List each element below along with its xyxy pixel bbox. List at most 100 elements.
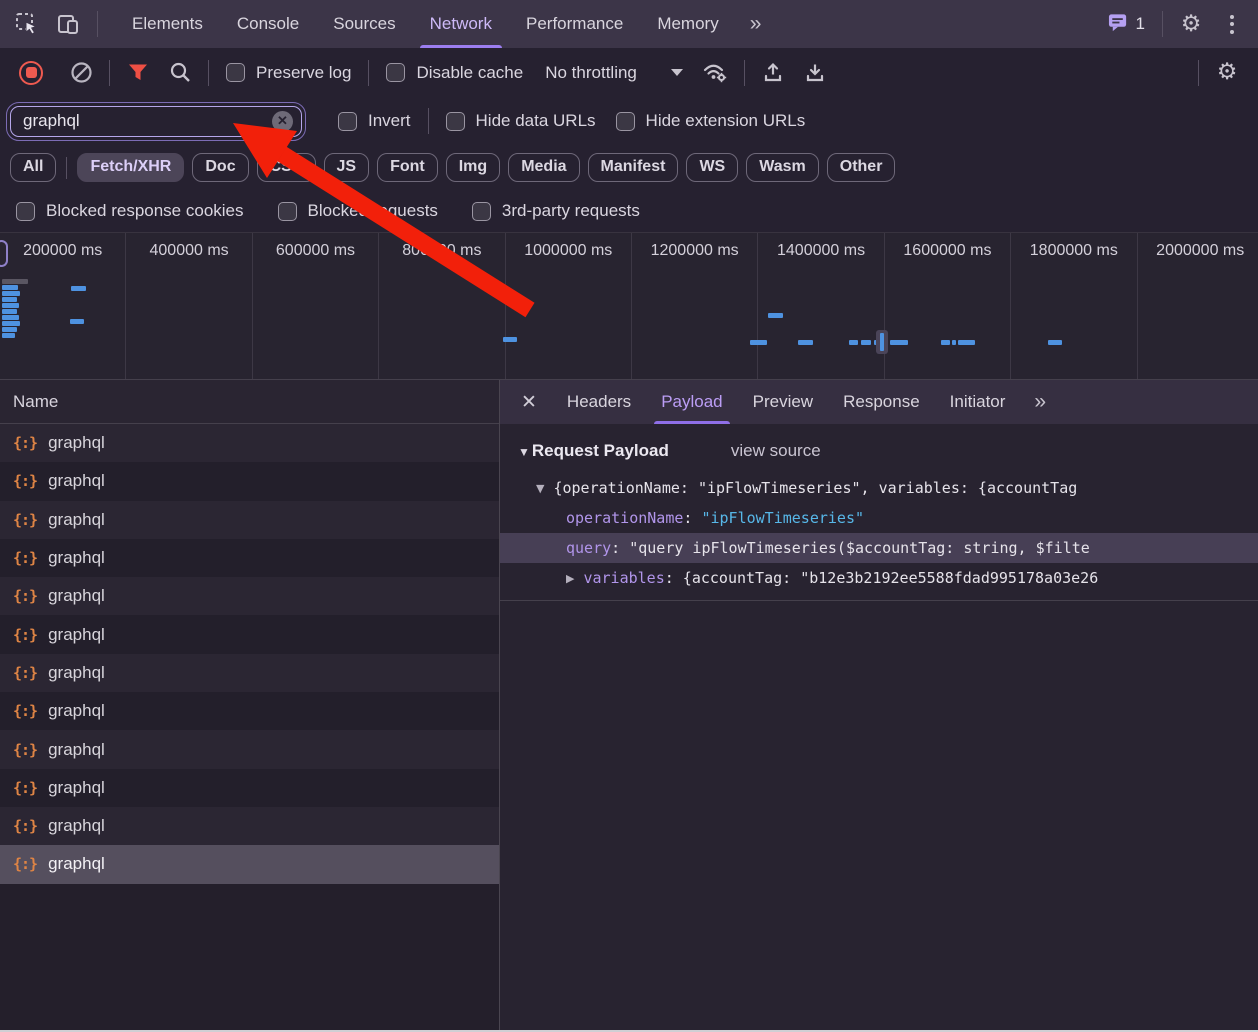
expanded-triangle-icon[interactable]: ▼ <box>536 482 544 495</box>
invert-checkbox[interactable]: Invert <box>328 111 421 131</box>
checkbox <box>16 202 35 221</box>
checkbox <box>616 112 635 131</box>
settings-icon[interactable]: ⚙ <box>1170 3 1212 45</box>
disable-cache-checkbox[interactable]: Disable cache <box>376 63 533 83</box>
checkbox <box>226 63 245 82</box>
network-settings-icon[interactable]: ⚙ <box>1206 52 1248 94</box>
chip-js[interactable]: JS <box>324 153 370 182</box>
blocked-requests-checkbox[interactable]: Blocked requests <box>268 201 448 221</box>
preserve-log-checkbox[interactable]: Preserve log <box>216 63 361 83</box>
payload-line[interactable]: query: "query ipFlowTimeseries($accountT… <box>500 533 1258 563</box>
timeline-tick-label: 800000 ms <box>402 242 481 379</box>
request-row[interactable]: {:}graphql <box>0 462 499 500</box>
checkbox-label: 3rd-party requests <box>502 201 640 221</box>
import-har-icon[interactable] <box>752 52 794 94</box>
request-row[interactable]: {:}graphql <box>0 730 499 768</box>
tab-elements[interactable]: Elements <box>115 0 220 48</box>
detail-tab-response[interactable]: Response <box>828 380 935 424</box>
request-row[interactable]: {:}graphql <box>0 692 499 730</box>
view-source-link[interactable]: view source <box>731 441 821 461</box>
clear-network-log-icon[interactable] <box>60 52 102 94</box>
hide-data-urls-label: Hide data URLs <box>476 111 596 131</box>
waterfall-bar <box>503 337 517 342</box>
request-row[interactable]: {:}graphql <box>0 845 499 883</box>
inspect-element-icon[interactable] <box>6 3 48 45</box>
tab-performance[interactable]: Performance <box>509 0 640 48</box>
waterfall-bar <box>849 340 858 345</box>
issues-button[interactable]: 1 <box>1098 12 1155 37</box>
chip-css[interactable]: CSS <box>257 153 316 182</box>
waterfall-bar <box>861 340 871 345</box>
network-conditions-icon[interactable] <box>695 52 737 94</box>
payload-line[interactable]: ▶variables: {accountTag: "b12e3b2192ee55… <box>500 563 1258 593</box>
request-row[interactable]: {:}graphql <box>0 769 499 807</box>
json-request-icon: {:} <box>13 702 37 720</box>
payload-segment: "ipFlowTimeseries" <box>701 509 864 527</box>
resource-type-filter-row: All Fetch/XHR Doc CSS JSFont Img Media Manifest… <box>0 145 1258 190</box>
chip-img[interactable]: Img <box>446 153 500 182</box>
chip-doc[interactable]: Doc <box>192 153 248 182</box>
request-row[interactable]: {:}graphql <box>0 615 499 653</box>
chip-fetch-xhr[interactable]: Fetch/XHR <box>77 153 184 182</box>
filter-input-wrap: ✕ <box>10 106 302 137</box>
chip-ws[interactable]: WS <box>686 153 738 182</box>
timeline-column: 2000000 ms <box>1138 233 1258 379</box>
issues-icon <box>1108 12 1129 37</box>
payload-line[interactable]: ▼{operationName: "ipFlowTimeseries", var… <box>500 473 1258 503</box>
detail-tab-initiator[interactable]: Initiator <box>935 380 1021 424</box>
waterfall-bar <box>2 291 20 296</box>
close-details-icon[interactable]: ✕ <box>506 391 552 414</box>
selected-request-marker <box>876 330 888 354</box>
clear-filter-icon[interactable]: ✕ <box>272 111 293 132</box>
chip-media[interactable]: Media <box>508 153 579 182</box>
chip-all[interactable]: All <box>10 153 56 182</box>
divider <box>368 60 369 86</box>
throttling-select[interactable]: No throttling <box>533 63 695 83</box>
devtools-tabbar: ElementsConsoleSourcesNetworkPerformance… <box>0 0 1258 48</box>
payload-line[interactable]: operationName: "ipFlowTimeseries" <box>500 503 1258 533</box>
tab-sources[interactable]: Sources <box>316 0 412 48</box>
chip-font[interactable]: Font <box>377 153 438 182</box>
waterfall-bar <box>2 303 19 308</box>
request-row[interactable]: {:}graphql <box>0 807 499 845</box>
detail-tab-payload[interactable]: Payload <box>646 380 737 424</box>
request-row[interactable]: {:}graphql <box>0 424 499 462</box>
filter-input[interactable] <box>23 111 272 131</box>
more-detail-tabs-icon[interactable]: » <box>1020 390 1060 414</box>
request-row[interactable]: {:}graphql <box>0 539 499 577</box>
json-request-icon: {:} <box>13 664 37 682</box>
detail-tab-headers[interactable]: Headers <box>552 380 646 424</box>
record-network-log-button[interactable] <box>10 52 52 94</box>
3rd-party-requests-checkbox[interactable]: 3rd-party requests <box>462 201 650 221</box>
request-details-panel: ✕ HeadersPayloadPreviewResponseInitiator… <box>500 380 1258 1030</box>
tab-network[interactable]: Network <box>413 0 509 48</box>
blocked-response-cookies-checkbox[interactable]: Blocked response cookies <box>6 201 254 221</box>
network-toolbar: Preserve log Disable cache No throttling… <box>0 48 1258 97</box>
chip-manifest[interactable]: Manifest <box>588 153 679 182</box>
chip-wasm[interactable]: Wasm <box>746 153 819 182</box>
device-toolbar-icon[interactable] <box>48 3 90 45</box>
detail-tab-preview[interactable]: Preview <box>738 380 828 424</box>
menu-kebab-icon[interactable] <box>1212 3 1252 45</box>
network-overview-timeline[interactable]: 200000 ms400000 ms600000 ms800000 ms1000… <box>0 232 1258 380</box>
timeline-left-handle[interactable] <box>0 240 8 267</box>
search-icon[interactable] <box>159 52 201 94</box>
filter-icon[interactable] <box>117 52 159 94</box>
request-row[interactable]: {:}graphql <box>0 654 499 692</box>
request-payload-section[interactable]: ▼ Request Payload view source <box>500 424 1258 467</box>
payload-segment: query <box>566 539 611 557</box>
json-request-icon: {:} <box>13 511 37 529</box>
hide-extension-urls-checkbox[interactable]: Hide extension URLs <box>606 111 816 131</box>
export-har-icon[interactable] <box>794 52 836 94</box>
hide-data-urls-checkbox[interactable]: Hide data URLs <box>436 111 606 131</box>
name-column-header[interactable]: Name <box>0 380 499 424</box>
collapsed-triangle-icon[interactable]: ▶ <box>566 572 574 585</box>
tab-memory[interactable]: Memory <box>640 0 735 48</box>
throttling-value: No throttling <box>545 63 637 83</box>
checkbox <box>446 112 465 131</box>
tab-console[interactable]: Console <box>220 0 316 48</box>
request-row[interactable]: {:}graphql <box>0 501 499 539</box>
request-row[interactable]: {:}graphql <box>0 577 499 615</box>
chip-other[interactable]: Other <box>827 153 896 182</box>
more-panels-icon[interactable]: » <box>736 12 776 36</box>
